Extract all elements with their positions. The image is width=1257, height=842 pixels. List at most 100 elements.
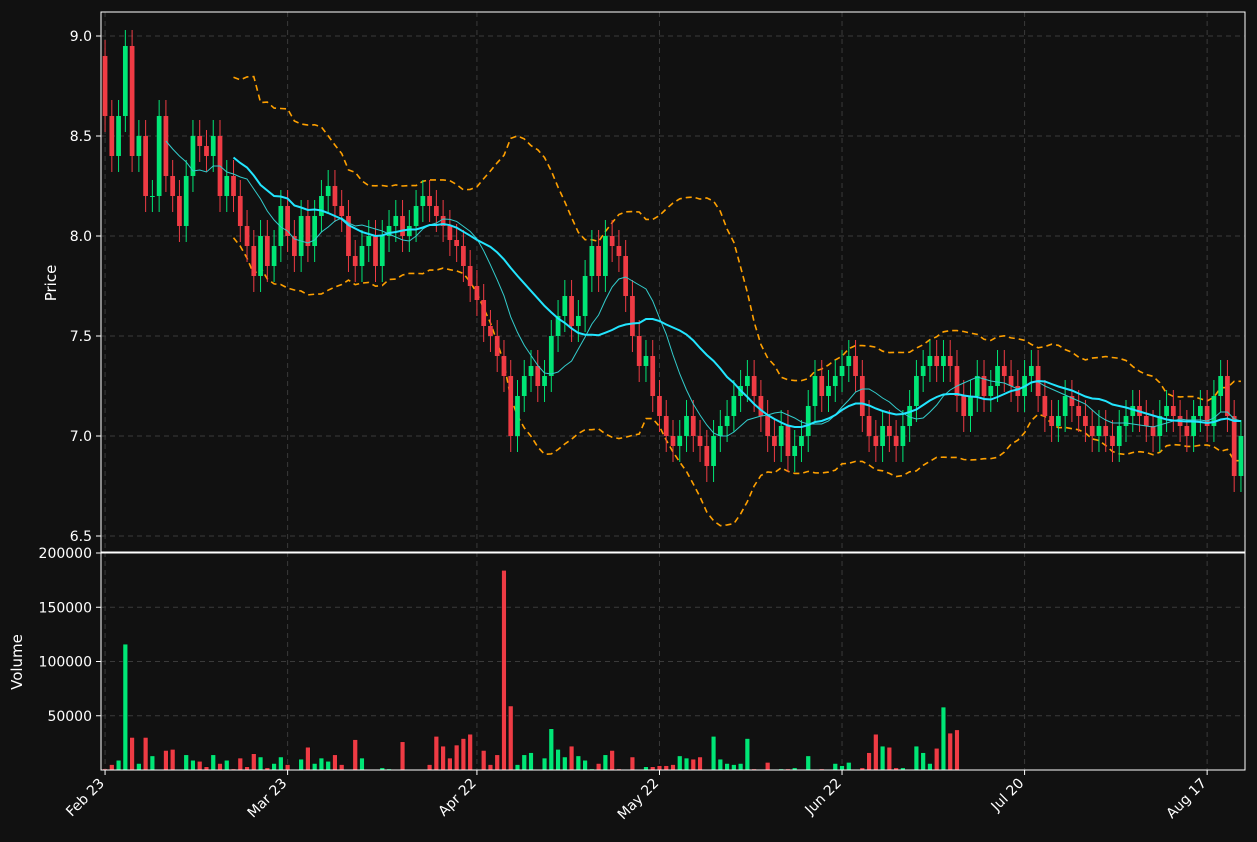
volume-axis-label: Volume <box>8 634 26 690</box>
volume-bar <box>866 752 872 771</box>
candle-body <box>724 416 730 426</box>
candle-body <box>433 206 439 216</box>
volume-bar <box>454 744 460 771</box>
volume-bar <box>183 754 189 771</box>
volume-bar <box>501 570 507 771</box>
candle-body <box>204 146 209 156</box>
volume-bar <box>440 745 446 771</box>
candle-body <box>197 136 203 146</box>
candle-body <box>988 386 994 396</box>
price-tick-label: 6.5 <box>70 529 92 545</box>
candle-body <box>494 336 500 356</box>
volume-bar <box>251 753 257 771</box>
candle-body <box>1218 376 1224 396</box>
volume-bar <box>737 763 744 771</box>
candle-body <box>663 416 669 436</box>
volume-bar <box>163 750 169 771</box>
volume-bar <box>399 741 406 771</box>
candle-body <box>717 426 723 436</box>
candle-body <box>359 246 365 266</box>
candle-body <box>244 226 250 246</box>
volume-bar <box>920 752 926 771</box>
candle-body <box>934 356 940 366</box>
candle-body <box>1062 396 1068 416</box>
candle-body <box>562 296 568 316</box>
candle-body <box>893 436 899 446</box>
candle-body <box>1042 396 1048 416</box>
candle-body <box>731 396 737 416</box>
candle-body <box>461 246 466 266</box>
candle-body <box>751 376 757 396</box>
volume-bar <box>136 763 142 771</box>
candle-body <box>170 176 176 196</box>
candle-body <box>941 356 946 366</box>
volume-bar <box>521 754 527 771</box>
candle-body <box>954 366 960 396</box>
candle-body <box>515 396 520 436</box>
volume-bar <box>197 761 203 771</box>
volume-bar <box>426 764 433 771</box>
volume-bar <box>629 756 636 771</box>
volume-bar <box>947 732 953 771</box>
volume-bar <box>683 757 690 771</box>
candle-body <box>136 136 142 156</box>
volume-bar <box>839 765 845 771</box>
volume-bar <box>237 757 243 771</box>
candle-body <box>778 426 784 446</box>
candle-body <box>684 416 689 436</box>
candle-body <box>1049 416 1054 426</box>
candle-body <box>886 426 892 436</box>
volume-tick-label: 100000 <box>39 655 92 671</box>
volume-bar <box>697 756 703 771</box>
candle-body <box>1015 386 1021 396</box>
candle-body <box>961 396 967 416</box>
candle-body <box>968 396 973 416</box>
candle-body <box>785 426 791 456</box>
volume-bar <box>224 759 230 771</box>
volume-bar <box>663 765 669 771</box>
volume-bar <box>846 762 852 771</box>
candle-body <box>366 236 372 246</box>
volume-bar <box>339 764 345 771</box>
volume-bar <box>217 763 223 771</box>
volume-bar <box>433 736 439 771</box>
volume-bar <box>318 757 325 771</box>
volume-bar <box>494 754 500 771</box>
candle-body <box>569 296 574 326</box>
candle-body <box>258 236 263 276</box>
candle-body <box>745 376 750 386</box>
candle-body <box>1083 416 1088 426</box>
candle-body <box>535 366 541 386</box>
volume-bar <box>886 746 892 771</box>
candle-body <box>427 196 432 206</box>
candle-body <box>454 240 460 246</box>
volume-bar <box>508 705 514 771</box>
candle-body <box>799 436 804 446</box>
candle-body <box>1184 426 1190 436</box>
volume-bar <box>656 765 663 771</box>
volume-bar <box>352 739 358 771</box>
candle-body <box>1198 406 1203 416</box>
candle-body <box>1028 366 1034 376</box>
candle-body <box>413 206 419 226</box>
volume-bar <box>805 755 811 771</box>
candle-body <box>812 376 818 406</box>
candle-body <box>116 116 121 156</box>
volume-bar <box>190 759 196 771</box>
candle-body <box>508 376 514 436</box>
candle-body <box>575 316 581 326</box>
candle-body <box>853 356 858 376</box>
volume-bar <box>575 755 581 771</box>
volume-tick-label: 200000 <box>39 546 92 562</box>
candle-body <box>325 186 331 196</box>
volume-bar <box>710 736 717 771</box>
volume-tick-label: 150000 <box>39 600 92 616</box>
volume-bar <box>109 764 115 771</box>
candle-body <box>650 356 656 396</box>
candle-body <box>298 216 304 256</box>
candle-body <box>1191 416 1196 436</box>
candle-body <box>995 366 1000 386</box>
candle-body <box>859 376 865 416</box>
candle-body <box>900 426 906 446</box>
volume-bar <box>873 733 879 771</box>
